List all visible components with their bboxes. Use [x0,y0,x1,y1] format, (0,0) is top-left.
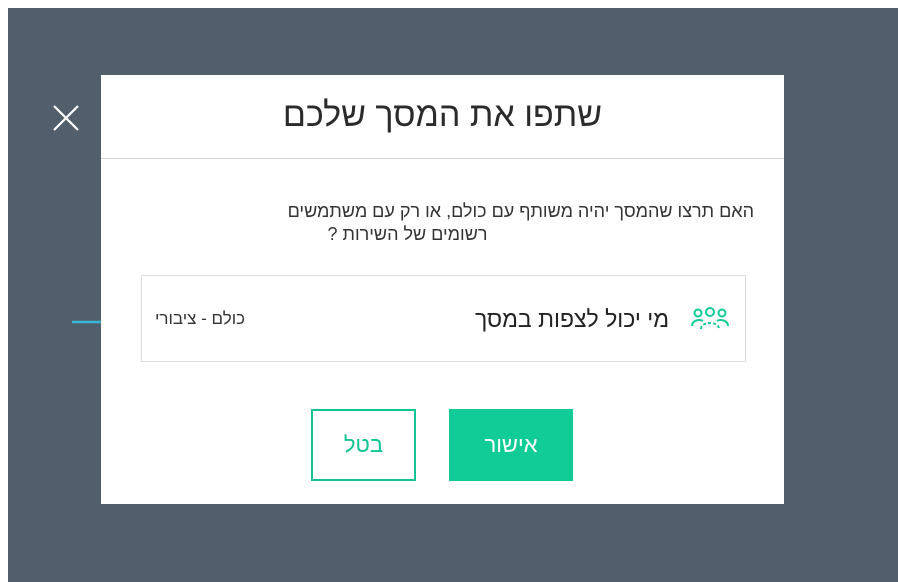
users-icon [691,307,729,330]
close-icon[interactable] [51,103,81,133]
confirm-button[interactable]: אישור [449,409,573,481]
visibility-selector[interactable]: מי יכול לצפות במסך כולם - ציבורי [141,275,746,362]
share-question-line-1: האם תרצו שהמסך יהיה משותף עם כולם, או רק… [287,201,754,221]
share-screen-dialog: שתפו את המסך שלכם האם תרצו שהמסך יהיה מש… [101,75,784,504]
dialog-title: שתפו את המסך שלכם [282,96,603,134]
cancel-button[interactable]: בטל [311,409,416,481]
share-question-line-2: רשומים של השירות ? [327,224,488,244]
share-question: האם תרצו שהמסך יהיה משותף עם כולם, או רק… [121,200,754,246]
visibility-label: מי יכול לצפות במסך [474,306,669,332]
visibility-value[interactable]: כולם - ציבורי [155,308,245,330]
dialog-header: שתפו את המסך שלכם [101,75,784,159]
